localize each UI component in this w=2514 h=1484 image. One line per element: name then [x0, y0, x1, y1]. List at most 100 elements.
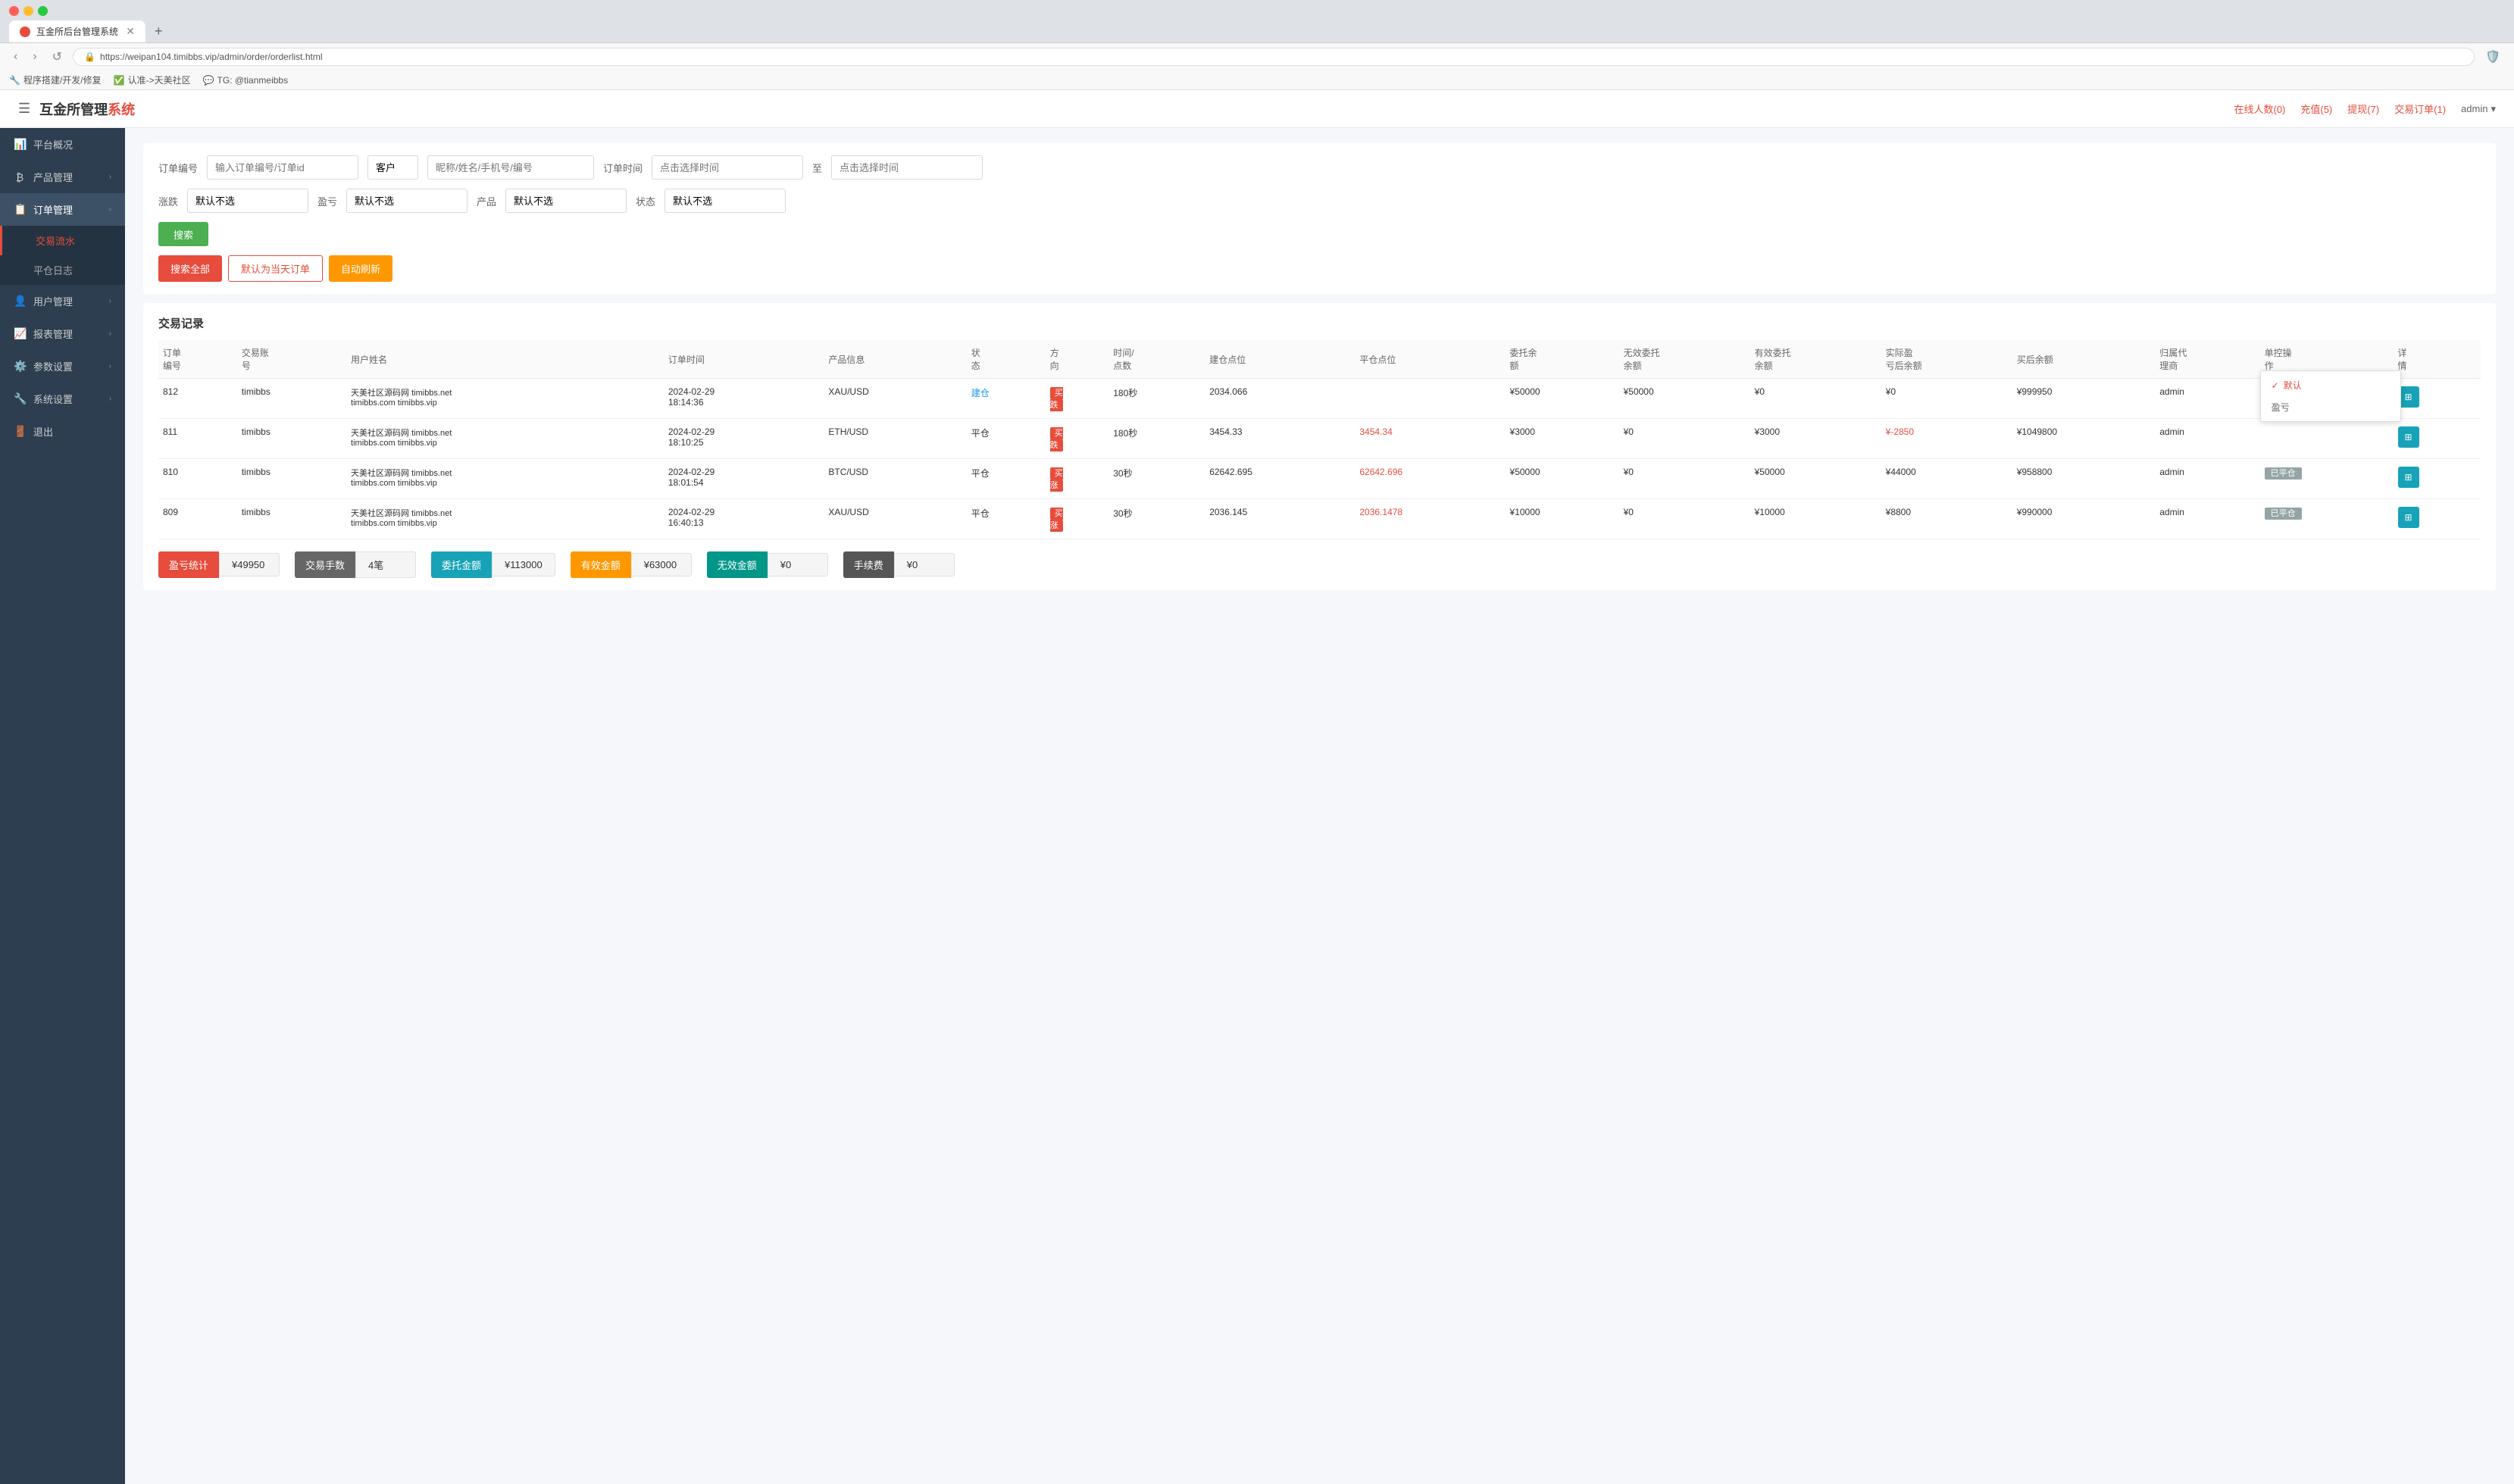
fee-label: 手续费	[843, 551, 894, 578]
params-icon: ⚙️	[14, 360, 26, 373]
detail-button[interactable]: ⊞	[2398, 467, 2419, 488]
filter-row-1: 订单编号 客户 全部 订单时间 至	[158, 155, 2481, 180]
sidebar-item-params[interactable]: ⚙️ 参数设置 ›	[0, 350, 125, 383]
users-arrow-icon: ›	[109, 297, 111, 305]
online-count-link[interactable]: 在线人数(0)	[2234, 102, 2285, 116]
logout-icon: 🚪	[14, 425, 26, 438]
sidebar-item-platform[interactable]: 📊 平台概况	[0, 128, 125, 161]
header-left: ☰ 互金所管理系统	[18, 99, 135, 119]
status-select[interactable]: 默认不选 建仓 平仓	[664, 189, 786, 213]
orders-icon: 📋	[14, 203, 26, 216]
summary-pnl: 盈亏统计 ¥49950	[158, 551, 280, 578]
rise-fall-select[interactable]: 默认不选 涨 跌	[187, 189, 308, 213]
back-button[interactable]: ‹	[9, 48, 22, 65]
search-all-button[interactable]: 搜索全部	[158, 255, 222, 282]
cell-close-price: 62642.696	[1355, 459, 1505, 499]
dropdown-default[interactable]: ✓ 默认	[2261, 374, 2400, 396]
product-label: 产品	[477, 194, 496, 208]
cell-close-price: 3454.34	[1355, 419, 1505, 459]
sidebar-item-orders[interactable]: 📋 订单管理 ›	[0, 193, 125, 226]
tab-favicon	[20, 27, 30, 37]
direction-buy-badge: 买涨	[1050, 467, 1063, 492]
traffic-light-close[interactable]	[9, 6, 19, 16]
cell-invalid: ¥50000	[1619, 379, 1750, 419]
submenu-trade-flow[interactable]: 交易流水	[0, 226, 125, 255]
sidebar-item-products[interactable]: ₿ 产品管理 ›	[0, 161, 125, 193]
order-no-input[interactable]	[207, 155, 358, 180]
col-buy-after: 买后余额	[2012, 340, 2156, 379]
default-today-button[interactable]: 默认为当天订单	[228, 255, 323, 282]
browser-tab[interactable]: 互金所后台管理系统 ✕	[9, 20, 145, 42]
cell-username: 天美社区源码网 timibbs.nettimibbs.com timibbs.v…	[346, 499, 664, 539]
cell-close-price	[1355, 379, 1505, 419]
orders-arrow-icon: ›	[109, 205, 111, 214]
sidebar-item-system[interactable]: 🔧 系统设置 ›	[0, 383, 125, 415]
forward-button[interactable]: ›	[28, 48, 41, 65]
customer-select-wrap: 客户 全部	[367, 155, 418, 180]
cell-entrust: ¥10000	[1506, 499, 1619, 539]
date-start-input[interactable]	[652, 155, 803, 180]
sidebar-item-logout[interactable]: 🚪 退出	[0, 415, 125, 448]
filter-row-2: 涨跌 默认不选 涨 跌 盈亏 默认不选 盈利 亏损	[158, 189, 2481, 213]
sidebar-item-orders-label: 订单管理	[33, 202, 73, 217]
cell-product: XAU/USD	[824, 499, 966, 539]
new-tab-button[interactable]: +	[149, 20, 169, 42]
valid-label: 有效金额	[571, 551, 631, 578]
rise-fall-select-wrap: 默认不选 涨 跌	[187, 189, 308, 213]
users-icon: 👤	[14, 295, 26, 308]
params-arrow-icon: ›	[109, 362, 111, 370]
bookmark-2[interactable]: ✅ 认准->天美社区	[114, 73, 191, 86]
address-bar[interactable]: 🔒 https://weipan104.timibbs.vip/admin/or…	[73, 48, 2475, 66]
sidebar-item-system-label: 系统设置	[33, 392, 73, 406]
detail-button[interactable]: ⊞	[2398, 426, 2419, 448]
extensions-button[interactable]: 🛡️	[2481, 48, 2505, 66]
traffic-light-maximize[interactable]	[38, 6, 48, 16]
cell-direction: 买跌	[1046, 379, 1109, 419]
submenu-flat-log[interactable]: 平仓日志	[0, 255, 125, 285]
bookmark-3[interactable]: 💬 TG: @tianmeibbs	[203, 75, 289, 86]
cell-order-time: 2024-02-2918:14:36	[664, 379, 824, 419]
bookmark-1[interactable]: 🔧 程序搭建/开发/修复	[9, 73, 102, 86]
detail-button[interactable]: ⊞	[2398, 386, 2419, 408]
nickname-input[interactable]	[427, 155, 594, 180]
app-header: ☰ 互金所管理系统 在线人数(0) 充值(5) 提现(7) 交易订单(1) ad…	[0, 90, 2514, 128]
sidebar-item-reports[interactable]: 📈 报表管理 ›	[0, 317, 125, 350]
invalid-label: 无效金额	[707, 551, 768, 578]
col-time-points: 时间/点数	[1108, 340, 1205, 379]
withdraw-link[interactable]: 提现(7)	[2347, 102, 2379, 116]
sidebar-item-products-label: 产品管理	[33, 170, 73, 184]
profit-loss-select[interactable]: 默认不选 盈利 亏损	[346, 189, 467, 213]
cell-pnl: ¥0	[1881, 379, 2012, 419]
profit-loss-select-wrap: 默认不选 盈利 亏损	[346, 189, 467, 213]
table-section: 交易记录 订单编号 交易账号 用户姓名 订单时间 产品信息 状态 方向 时间/点…	[143, 303, 2496, 590]
customer-select[interactable]: 客户 全部	[367, 155, 418, 180]
cell-open-price: 2036.145	[1205, 499, 1355, 539]
sidebar-item-users[interactable]: 👤 用户管理 ›	[0, 285, 125, 317]
cell-agent: admin	[2155, 499, 2259, 539]
hamburger-menu[interactable]: ☰	[18, 101, 30, 117]
action-btn-row: 搜索全部 默认为当天订单 自动刷新	[158, 255, 2481, 282]
date-end-input[interactable]	[831, 155, 983, 180]
col-agent: 归属代理商	[2155, 340, 2259, 379]
search-button[interactable]: 搜索	[158, 222, 208, 246]
fee-value: ¥0	[894, 553, 955, 576]
col-order-id: 订单编号	[158, 340, 237, 379]
product-select[interactable]: 默认不选	[505, 189, 627, 213]
reload-button[interactable]: ↺	[48, 48, 67, 66]
recharge-link[interactable]: 充值(5)	[2300, 102, 2332, 116]
bookmark-3-icon: 💬	[203, 75, 214, 86]
traffic-light-minimize[interactable]	[23, 6, 33, 16]
cell-status: 平仓	[967, 419, 1046, 459]
admin-user[interactable]: admin ▾	[2461, 103, 2496, 115]
sidebar-item-users-label: 用户管理	[33, 294, 73, 308]
detail-button[interactable]: ⊞	[2398, 507, 2419, 528]
trade-order-link[interactable]: 交易订单(1)	[2394, 102, 2446, 116]
dropdown-pnl[interactable]: 盈亏	[2261, 396, 2400, 418]
cell-pnl: ¥44000	[1881, 459, 2012, 499]
close-price-red: 3454.34	[1359, 426, 1392, 437]
auto-refresh-button[interactable]: 自动刷新	[329, 255, 392, 282]
admin-dropdown-icon: ▾	[2491, 103, 2496, 115]
tab-close-button[interactable]: ✕	[126, 25, 135, 38]
date-separator: 至	[812, 161, 822, 175]
cell-pnl: ¥8800	[1881, 499, 2012, 539]
